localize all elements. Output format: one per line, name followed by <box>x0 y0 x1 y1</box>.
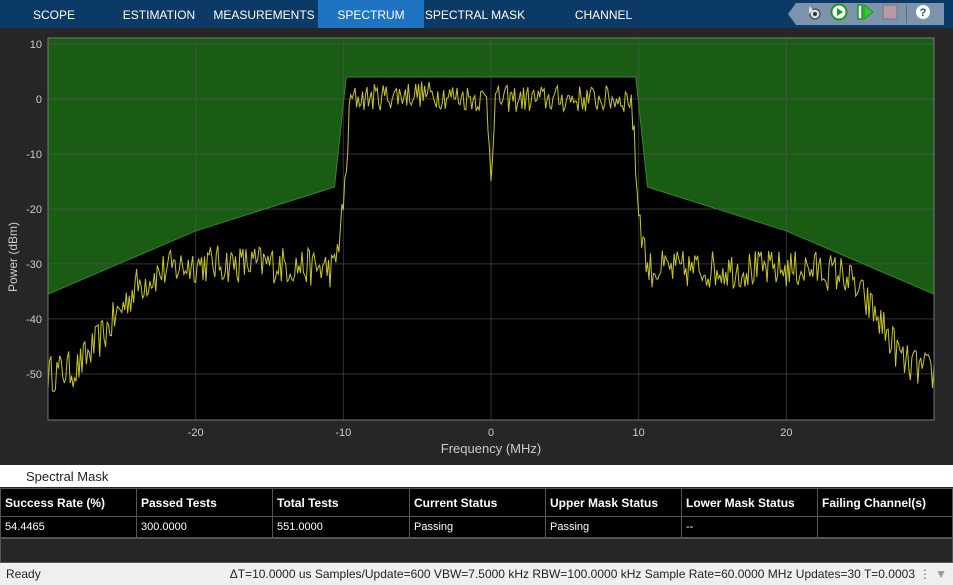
filter-icon[interactable]: ▼ <box>935 563 947 585</box>
x-tick-label: 0 <box>488 427 494 439</box>
table-header-row: Success Rate (%) Passed Tests Total Test… <box>0 488 953 517</box>
col-header: Upper Mask Status <box>545 488 682 517</box>
tab-spectrum[interactable]: SPECTRUM <box>318 0 424 28</box>
settings-icon[interactable] <box>806 4 822 25</box>
toolbar-divider <box>906 5 907 23</box>
x-tick-label: -10 <box>335 427 351 439</box>
y-tick-label: 0 <box>36 94 42 106</box>
x-axis-label: Frequency (MHz) <box>441 441 541 456</box>
cell: 54.4465 <box>0 516 137 538</box>
stop-icon[interactable] <box>882 4 898 25</box>
y-tick-label: -50 <box>26 369 42 381</box>
x-tick-label: 20 <box>780 427 792 439</box>
col-header: Passed Tests <box>136 488 273 517</box>
step-forward-icon[interactable] <box>856 3 874 25</box>
cell: 551.0000 <box>272 516 410 538</box>
cell: 300.0000 <box>136 516 273 538</box>
col-header: Failing Channel(s) <box>817 488 953 517</box>
y-tick-label: -20 <box>26 204 42 216</box>
y-axis-label: Power (dBm) <box>6 222 20 292</box>
tab-estimation[interactable]: ESTIMATION <box>108 0 210 28</box>
tab-measurements[interactable]: MEASUREMENTS <box>210 0 318 28</box>
spectrum-chart[interactable]: -20 -10 0 10 20 10 0 -10 -20 -30 -40 -50 Frequency … <box>0 28 953 462</box>
run-icon[interactable] <box>830 3 848 25</box>
tab-scope[interactable]: SCOPE <box>0 0 108 28</box>
cell: Passing <box>409 516 546 538</box>
y-tick-label: 10 <box>30 39 42 51</box>
cell: -- <box>681 516 818 538</box>
col-header: Lower Mask Status <box>681 488 818 517</box>
svg-text:?: ? <box>920 7 927 19</box>
help-icon[interactable]: ? <box>915 4 931 25</box>
status-bar: Ready ΔT=10.0000 us Samples/Update=600 V… <box>0 563 953 585</box>
table-row: 54.4465 300.0000 551.0000 Passing Passin… <box>0 516 953 538</box>
panel-title: Spectral Mask <box>0 465 953 487</box>
tab-spectral-mask[interactable]: SPECTRAL MASK <box>424 0 526 28</box>
y-tick-label: -10 <box>26 149 42 161</box>
tab-channel-measurements[interactable]: CHANNEL MEASUREMENTS <box>526 0 681 52</box>
spectral-mask-table: Success Rate (%) Passed Tests Total Test… <box>0 488 953 538</box>
more-icon[interactable]: ⋮ <box>919 563 931 585</box>
status-info: ΔT=10.0000 us Samples/Update=600 VBW=7.5… <box>229 567 915 581</box>
x-tick-label: -20 <box>188 427 204 439</box>
y-tick-label: -30 <box>26 259 42 271</box>
cell <box>817 516 953 538</box>
run-toolbar: ? <box>788 3 944 25</box>
status-ready: Ready <box>6 567 41 581</box>
y-tick-label: -40 <box>26 314 42 326</box>
cell: Passing <box>545 516 682 538</box>
spectrum-plot: -20 -10 0 10 20 10 0 -10 -20 -30 -40 -50 Frequency … <box>0 28 953 462</box>
table-empty-area <box>0 538 953 563</box>
col-header: Success Rate (%) <box>0 488 137 517</box>
col-header: Total Tests <box>272 488 410 517</box>
col-header: Current Status <box>409 488 546 517</box>
x-tick-label: 10 <box>633 427 645 439</box>
